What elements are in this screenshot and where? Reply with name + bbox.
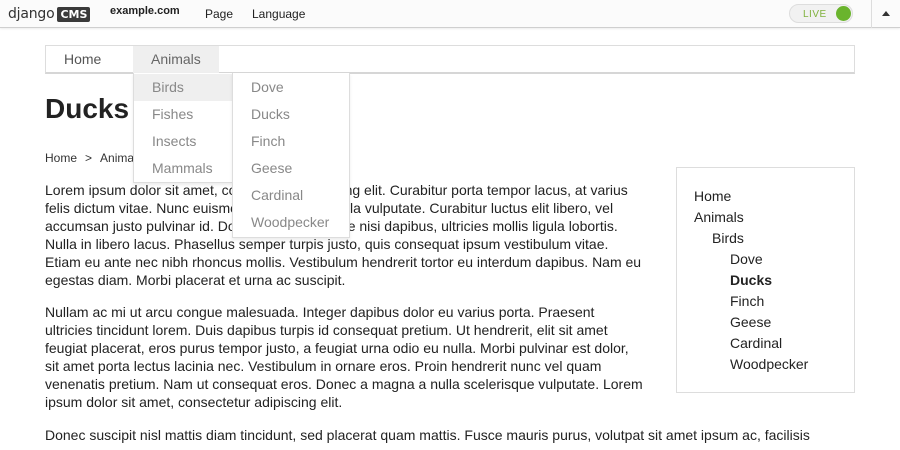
cms-toolbar: django CMS example.com Page Language LIV…	[0, 0, 900, 28]
breadcrumb: Home > Animals	[45, 151, 143, 165]
dropdown-item-fishes[interactable]: Fishes	[134, 101, 232, 128]
breadcrumb-home[interactable]: Home	[45, 151, 77, 165]
toolbar-site-link[interactable]: example.com	[110, 5, 180, 17]
toolbar-menu-page[interactable]: Page	[205, 7, 233, 21]
paragraph-line: felis dictum vitae. Nunc euismod ut nisi…	[45, 200, 614, 216]
nav-item-home[interactable]: Home	[46, 46, 119, 73]
sidebar-item-birds[interactable]: Birds	[712, 230, 744, 246]
paragraph-line: ipsum dolor sit amet, consectetur adipis…	[45, 394, 343, 410]
paragraph-line: ultricies tincidunt lorem. Duis dapibus …	[45, 322, 608, 338]
toolbar-menu-language[interactable]: Language	[252, 7, 305, 21]
dropdown-item-woodpecker[interactable]: Woodpecker	[233, 209, 349, 236]
django-cms-logo[interactable]: django CMS	[8, 5, 91, 23]
body-paragraph-2: Nullam ac mi ut arcu congue malesuada. I…	[45, 303, 665, 411]
main-navigation: Home Animals	[45, 45, 855, 74]
paragraph-line: Nulla in libero lacus. Phasellus semper …	[45, 236, 609, 252]
dropdown-item-cardinal[interactable]: Cardinal	[233, 182, 349, 209]
paragraph-line: Etiam eu ante nec nibh rhoncus mollis. V…	[45, 254, 642, 270]
paragraph-line: feugiat placerat, eros purus tempor just…	[45, 340, 629, 356]
paragraph-line: egestas diam. Morbi placerat et urna ac …	[45, 272, 346, 288]
paragraph-line: accumsan justo pulvinar id. Donec venena…	[45, 218, 618, 234]
sidebar-item-geese[interactable]: Geese	[730, 314, 771, 330]
dropdown-birds: Dove Ducks Finch Geese Cardinal Woodpeck…	[232, 73, 350, 238]
dropdown-animals: Birds Fishes Insects Mammals	[133, 73, 233, 183]
sidebar-item-finch[interactable]: Finch	[730, 293, 764, 309]
dropdown-item-birds[interactable]: Birds	[134, 74, 232, 101]
paragraph-line: sit amet porta lectus lacinia nec. Vesti…	[45, 358, 602, 374]
sidebar-item-animals[interactable]: Animals	[694, 209, 744, 225]
logo-text: django	[8, 6, 55, 22]
sidebar-item-home[interactable]: Home	[694, 188, 731, 204]
page-title: Ducks	[45, 93, 130, 124]
breadcrumb-separator: >	[85, 151, 93, 165]
caret-up-icon	[882, 11, 890, 16]
live-toggle[interactable]: LIVE	[789, 4, 853, 23]
paragraph-line: venenatis pretium. Nam ut consequat eros…	[45, 376, 643, 392]
body-paragraph-1: Lorem ipsum dolor sit amet, consectetur …	[45, 181, 665, 289]
dropdown-item-dove[interactable]: Dove	[233, 74, 349, 101]
sidebar-navigation: Home Animals Birds Dove Ducks Finch Gees…	[676, 167, 855, 393]
nav-item-animals[interactable]: Animals	[133, 46, 219, 73]
dropdown-item-mammals[interactable]: Mammals	[134, 155, 232, 182]
sidebar-item-cardinal[interactable]: Cardinal	[730, 335, 782, 351]
paragraph-line: Nullam ac mi ut arcu congue malesuada. I…	[45, 304, 595, 320]
live-label: LIVE	[803, 9, 827, 20]
dropdown-item-insects[interactable]: Insects	[134, 128, 232, 155]
sidebar-item-ducks[interactable]: Ducks	[730, 272, 772, 288]
logo-box: CMS	[57, 6, 91, 22]
dropdown-item-ducks[interactable]: Ducks	[233, 101, 349, 128]
live-indicator-icon	[836, 6, 851, 21]
sidebar-item-woodpecker[interactable]: Woodpecker	[730, 356, 808, 372]
dropdown-item-finch[interactable]: Finch	[233, 128, 349, 155]
toolbar-collapse-button[interactable]	[871, 0, 900, 28]
paragraph-line: Donec suscipit nisl mattis diam tincidun…	[45, 427, 810, 443]
paragraph-line: Lorem ipsum dolor sit amet, consectetur …	[45, 182, 628, 198]
body-paragraph-3: Donec suscipit nisl mattis diam tincidun…	[45, 426, 855, 444]
dropdown-item-geese[interactable]: Geese	[233, 155, 349, 182]
sidebar-item-dove[interactable]: Dove	[730, 251, 763, 267]
